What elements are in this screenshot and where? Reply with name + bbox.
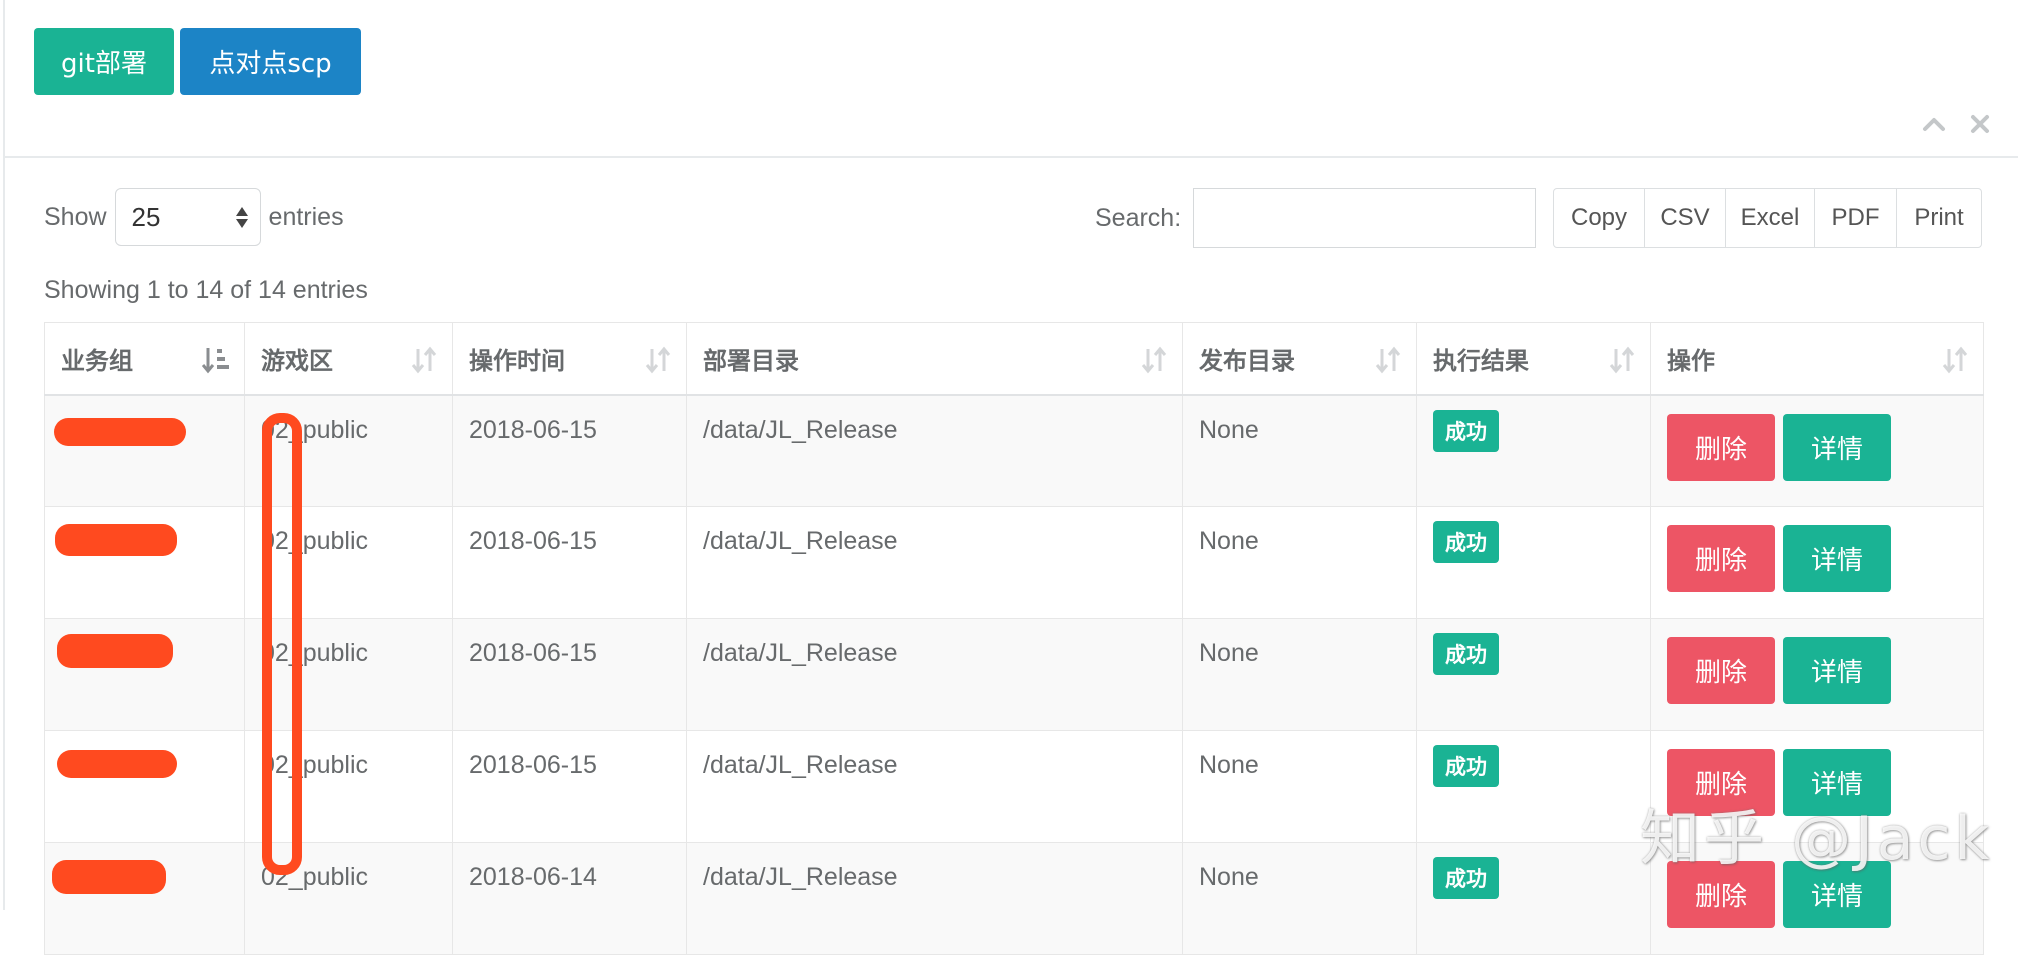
cell-actions: 删除 详情 (1650, 394, 1984, 507)
sort-icon (1140, 345, 1168, 375)
table-row: 02_public 2018-06-15 /data/JL_Release No… (44, 618, 1984, 731)
csv-button[interactable]: CSV (1644, 188, 1726, 248)
panel-left-border (3, 0, 5, 910)
cell-publish-dir: None (1182, 618, 1417, 731)
copy-button[interactable]: Copy (1553, 188, 1645, 248)
redaction-mark (55, 524, 177, 556)
cell-deploy-dir: /data/JL_Release (686, 394, 1183, 507)
cell-deploy-dir: /data/JL_Release (686, 842, 1183, 955)
cell-group (44, 730, 245, 843)
status-badge: 成功 (1433, 521, 1499, 563)
cell-deploy-dir: /data/JL_Release (686, 730, 1183, 843)
redaction-mark (52, 860, 166, 894)
cell-result: 成功 (1416, 394, 1651, 507)
panel-divider (4, 156, 2018, 158)
page-length-select[interactable]: 25 (114, 188, 261, 246)
cell-actions: 删除 详情 (1650, 618, 1984, 731)
sort-icon (1608, 345, 1636, 375)
delete-button[interactable]: 删除 (1667, 637, 1775, 704)
cell-publish-dir: None (1182, 730, 1417, 843)
col-header-zone[interactable]: 游戏区 (244, 322, 453, 396)
status-badge: 成功 (1433, 409, 1499, 452)
delete-button[interactable]: 删除 (1667, 861, 1775, 928)
deploy-toolbar: git部署 点对点scp (34, 28, 361, 95)
sort-icon (410, 345, 438, 375)
cell-result: 成功 (1416, 506, 1651, 619)
panel-tools (1920, 110, 1994, 138)
redaction-mark (54, 418, 186, 446)
delete-button[interactable]: 删除 (1667, 413, 1775, 481)
cell-result: 成功 (1416, 618, 1651, 731)
status-badge: 成功 (1433, 857, 1499, 899)
excel-button[interactable]: Excel (1725, 188, 1815, 248)
table-info: Showing 1 to 14 of 14 entries (44, 276, 368, 304)
detail-button[interactable]: 详情 (1783, 413, 1891, 481)
col-header-time[interactable]: 操作时间 (452, 322, 687, 396)
redaction-mark (57, 750, 177, 778)
sort-icon (1941, 345, 1969, 375)
delete-button[interactable]: 删除 (1667, 749, 1775, 816)
col-header-group[interactable]: 业务组 (44, 322, 245, 396)
table-row: 02_public 2018-06-15 /data/JL_Release No… (44, 394, 1984, 507)
cell-group (44, 394, 245, 507)
detail-button[interactable]: 详情 (1783, 525, 1891, 592)
detail-button[interactable]: 详情 (1783, 637, 1891, 704)
cell-time: 2018-06-14 (452, 842, 687, 955)
cell-deploy-dir: /data/JL_Release (686, 618, 1183, 731)
close-icon[interactable] (1966, 110, 1994, 138)
col-header-result[interactable]: 执行结果 (1416, 322, 1651, 396)
cell-actions: 删除 详情 (1650, 506, 1984, 619)
col-header-publish-dir[interactable]: 发布目录 (1182, 322, 1417, 396)
cell-deploy-dir: /data/JL_Release (686, 506, 1183, 619)
cell-time: 2018-06-15 (452, 618, 687, 731)
detail-button[interactable]: 详情 (1783, 749, 1891, 816)
col-header-deploy-dir[interactable]: 部署目录 (686, 322, 1183, 396)
status-badge: 成功 (1433, 633, 1499, 675)
redaction-mark (262, 413, 302, 875)
deploy-table: 业务组 游戏区 操作时间 部署目录 发布目录 执行结果 操作 02_public… (44, 322, 1984, 955)
cell-result: 成功 (1416, 842, 1651, 955)
detail-button[interactable]: 详情 (1783, 861, 1891, 928)
cell-time: 2018-06-15 (452, 394, 687, 507)
git-deploy-button[interactable]: git部署 (34, 28, 174, 95)
sort-icon (644, 345, 672, 375)
entries-label: entries (268, 202, 344, 231)
table-header-row: 业务组 游戏区 操作时间 部署目录 发布目录 执行结果 操作 (44, 322, 1984, 396)
print-button[interactable]: Print (1896, 188, 1982, 248)
cell-time: 2018-06-15 (452, 506, 687, 619)
search-label: Search: (1095, 203, 1182, 232)
cell-publish-dir: None (1182, 506, 1417, 619)
cell-time: 2018-06-15 (452, 730, 687, 843)
page-length-value: 25 (131, 201, 161, 232)
search-input[interactable] (1193, 188, 1537, 248)
delete-button[interactable]: 删除 (1667, 525, 1775, 592)
select-arrows-icon (235, 206, 248, 228)
table-row: 02_public 2018-06-15 /data/JL_Release No… (44, 730, 1984, 843)
table-search: Search: (1095, 188, 1537, 248)
page-length-control: Show 25 entries (44, 188, 344, 246)
col-header-actions[interactable]: 操作 (1650, 322, 1984, 396)
redaction-mark (57, 634, 173, 668)
sort-asc-icon (202, 345, 230, 375)
status-badge: 成功 (1433, 745, 1499, 787)
table-row: 02_public 2018-06-14 /data/JL_Release No… (44, 842, 1984, 955)
pdf-button[interactable]: PDF (1814, 188, 1897, 248)
cell-result: 成功 (1416, 730, 1651, 843)
cell-actions: 删除 详情 (1650, 842, 1984, 955)
cell-publish-dir: None (1182, 842, 1417, 955)
table-row: 02_public 2018-06-15 /data/JL_Release No… (44, 506, 1984, 619)
chevron-up-icon[interactable] (1920, 110, 1948, 138)
p2p-scp-button[interactable]: 点对点scp (180, 28, 361, 95)
export-buttons: Copy CSV Excel PDF Print (1553, 188, 1982, 248)
show-label: Show (44, 202, 107, 231)
cell-publish-dir: None (1182, 394, 1417, 507)
sort-icon (1374, 345, 1402, 375)
cell-actions: 删除 详情 (1650, 730, 1984, 843)
